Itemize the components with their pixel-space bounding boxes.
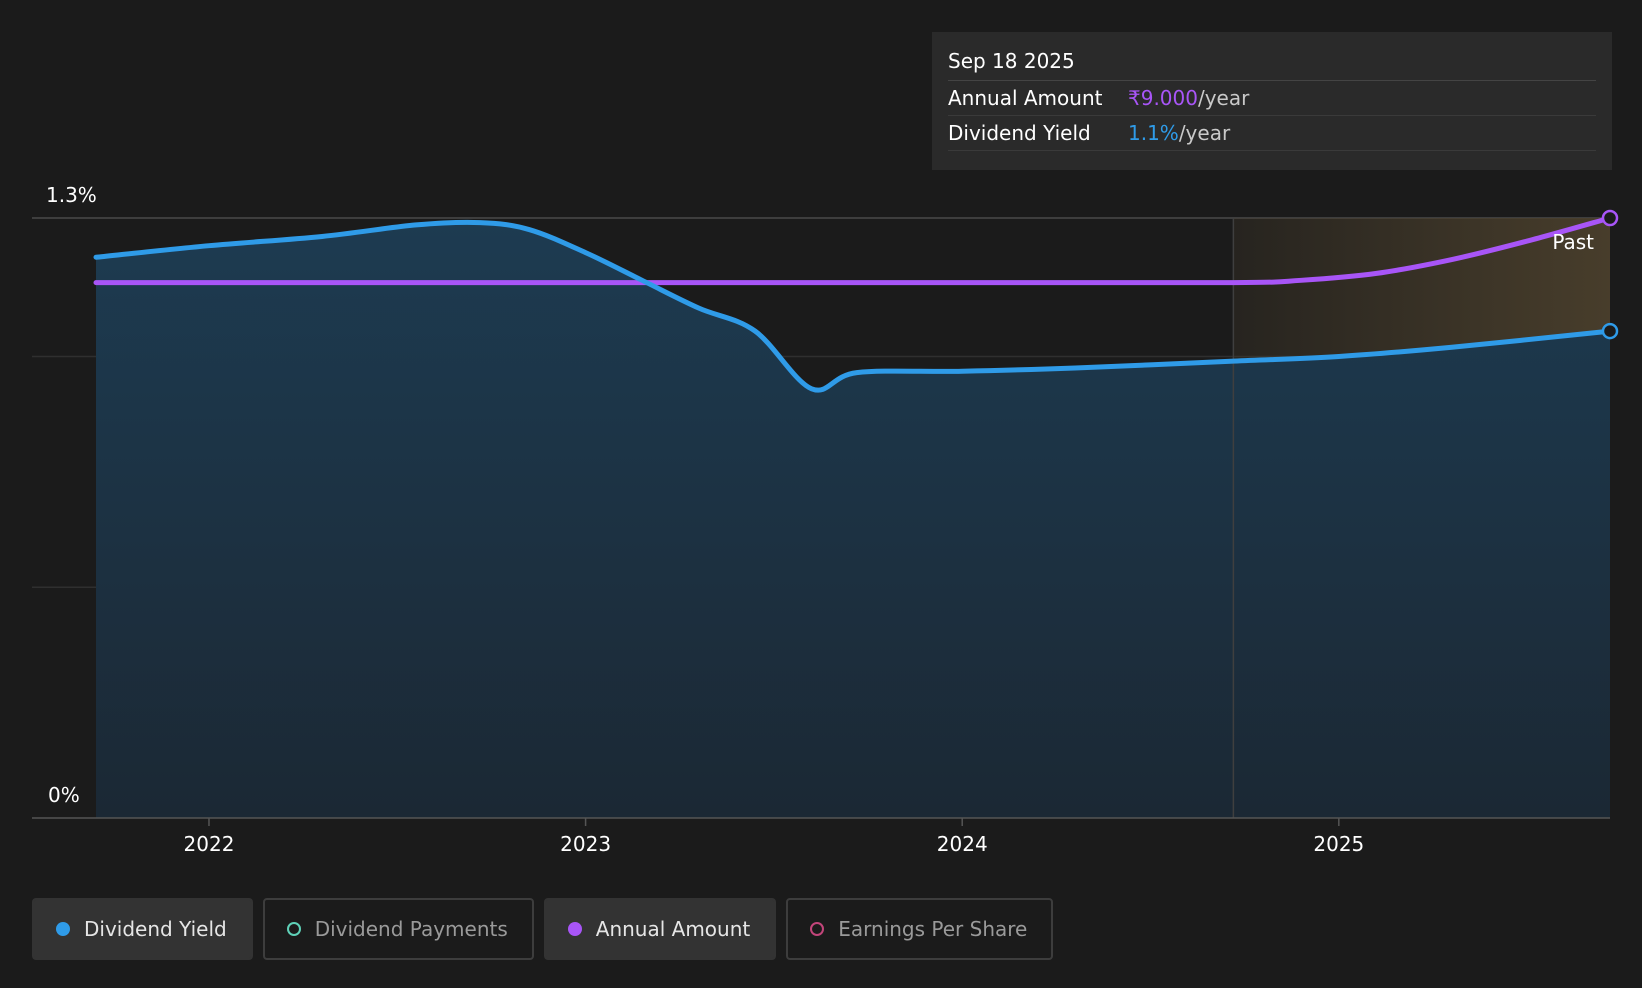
legend-ring-icon	[810, 922, 825, 936]
x-tick-label: 2022	[184, 832, 235, 856]
x-tick-label: 2024	[937, 832, 988, 856]
legend-label: Dividend Payments	[314, 917, 508, 941]
y-tick-label-top: 1.3%	[46, 183, 97, 207]
tooltip-value: ₹9.000	[1128, 86, 1198, 110]
legend-label: Annual Amount	[595, 917, 751, 941]
legend-dot-icon	[567, 922, 582, 936]
legend-dot-icon	[56, 922, 70, 936]
tooltip-value: 1.1%	[1128, 121, 1179, 145]
tooltip-label: Dividend Yield	[948, 121, 1091, 145]
past-label: Past	[1552, 230, 1594, 254]
annual-amount-end-dot[interactable]	[1601, 209, 1619, 227]
tooltip-unit: /year	[1178, 121, 1231, 145]
tooltip-row-annual-amount: Annual Amount ₹9.000 /year	[948, 81, 1596, 116]
x-tick-label: 2025	[1313, 832, 1364, 856]
y-tick-label-bottom: 0%	[48, 783, 80, 807]
x-tick-label: 2023	[560, 832, 611, 856]
legend-item-earnings-per-share[interactable]: Earnings Per Share	[786, 898, 1054, 960]
tooltip: Sep 18 2025 Annual Amount ₹9.000 /year D…	[932, 32, 1612, 170]
tooltip-label: Annual Amount	[948, 86, 1103, 110]
dividend-yield-end-dot[interactable]	[1601, 322, 1619, 340]
tooltip-date: Sep 18 2025	[948, 46, 1596, 81]
tooltip-unit: /year	[1197, 86, 1250, 110]
legend-label: Dividend Yield	[84, 917, 227, 941]
legend: Dividend Yield Dividend Payments Annual …	[32, 898, 1054, 960]
tooltip-row-dividend-yield: Dividend Yield 1.1% /year	[948, 116, 1596, 151]
legend-label: Earnings Per Share	[838, 917, 1028, 941]
legend-item-dividend-yield[interactable]: Dividend Yield	[32, 898, 253, 960]
legend-item-annual-amount[interactable]: Annual Amount	[543, 898, 777, 960]
x-axis-ticks: 2022 2023 2024 2025	[184, 818, 1364, 856]
legend-item-dividend-payments[interactable]: Dividend Payments	[262, 898, 534, 960]
legend-ring-icon	[286, 922, 301, 936]
